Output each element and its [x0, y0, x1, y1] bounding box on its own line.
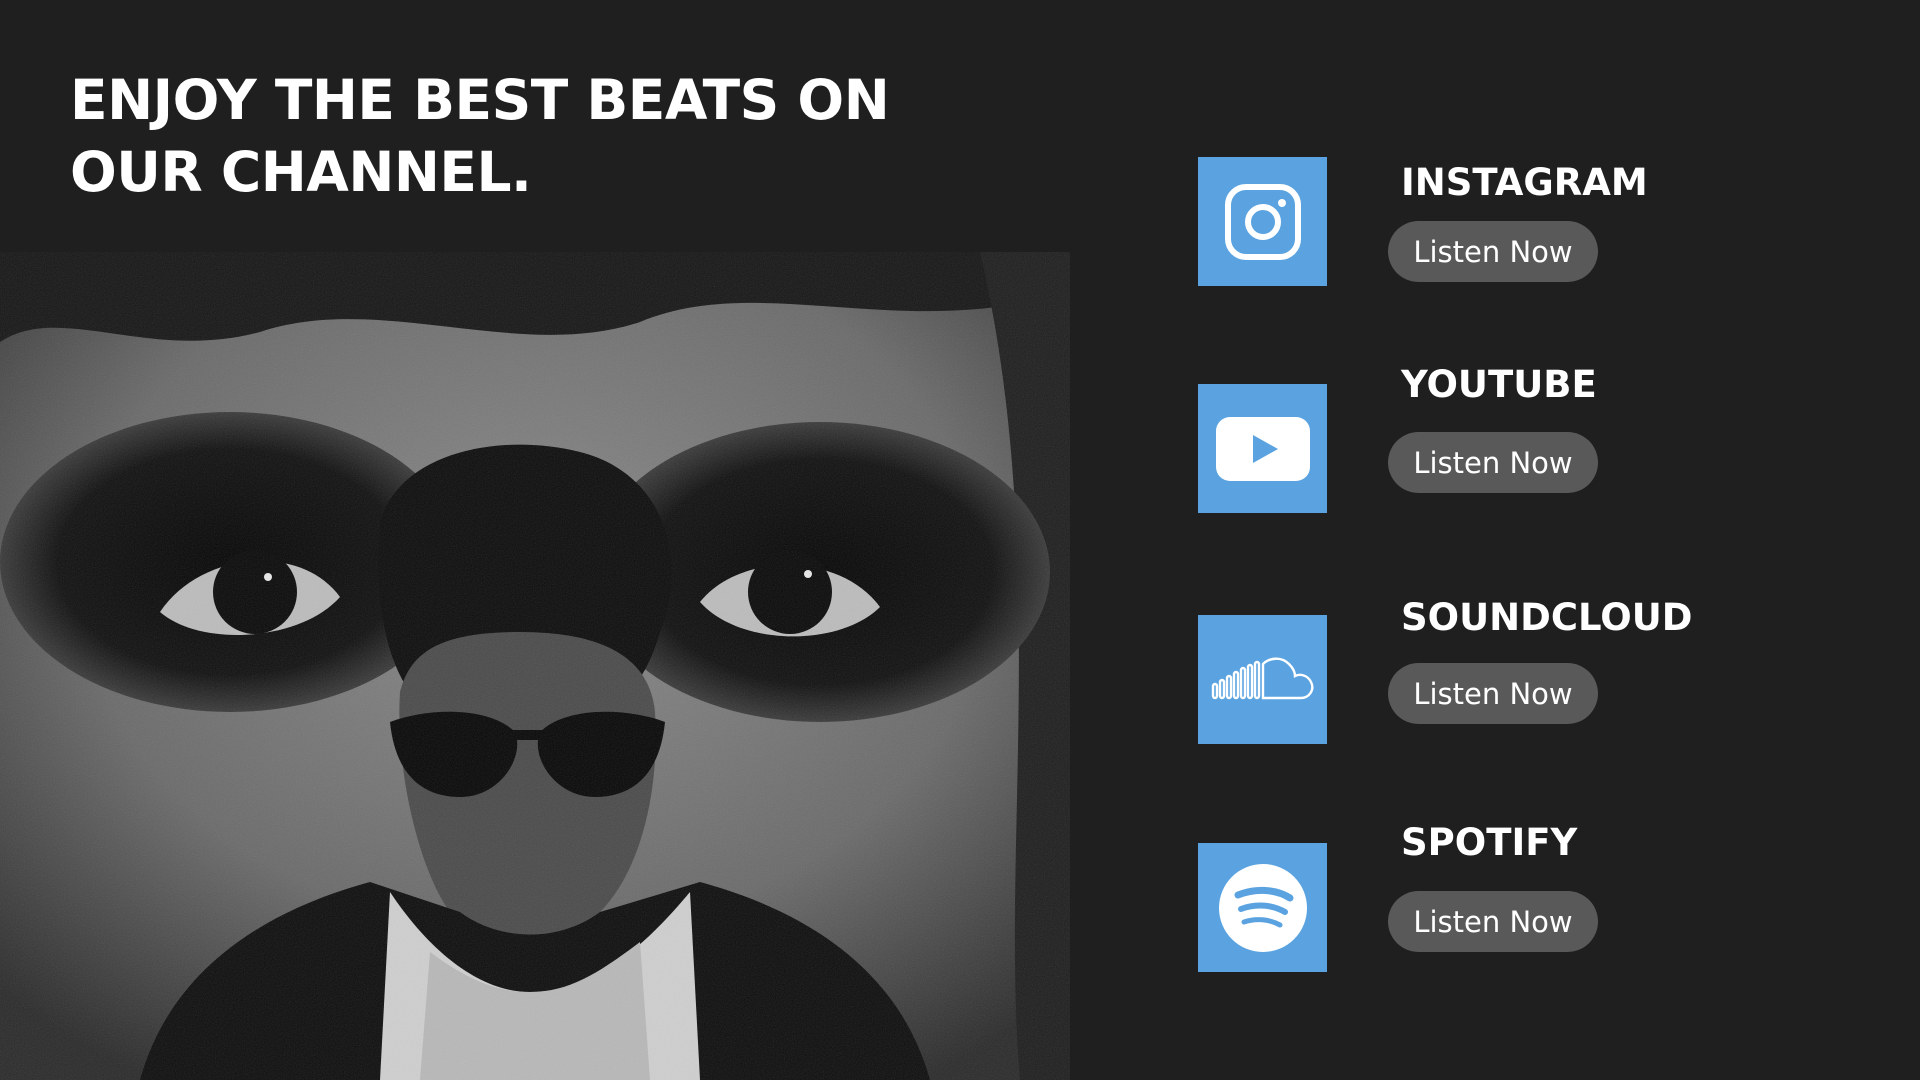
listen-now-button-soundcloud[interactable]: Listen Now — [1388, 663, 1598, 724]
platform-name: SOUNDCLOUD — [1401, 596, 1693, 639]
listen-now-button-youtube[interactable]: Listen Now — [1388, 432, 1598, 493]
youtube-icon[interactable] — [1198, 384, 1327, 513]
listen-now-button-instagram[interactable]: Listen Now — [1388, 221, 1598, 282]
instagram-icon[interactable] — [1198, 157, 1327, 286]
platform-instagram: INSTAGRAM Listen Now — [1198, 157, 1898, 287]
listen-now-button-spotify[interactable]: Listen Now — [1388, 891, 1598, 952]
platform-name: YOUTUBE — [1401, 363, 1597, 406]
spotify-icon[interactable] — [1198, 843, 1327, 972]
soundcloud-icon[interactable] — [1198, 615, 1327, 744]
platform-youtube: YOUTUBE Listen Now — [1198, 363, 1898, 514]
page-headline: ENJOY THE BEST BEATS ON OUR CHANNEL. — [70, 68, 890, 204]
platform-name: INSTAGRAM — [1401, 161, 1648, 204]
artist-photo — [0, 252, 1070, 1080]
platform-soundcloud: SOUNDCLOUD Listen Now — [1198, 596, 1898, 745]
page: ENJOY THE BEST BEATS ON OUR CHANNEL. INS… — [0, 0, 1920, 1080]
platform-name: SPOTIFY — [1401, 821, 1578, 864]
platform-spotify: SPOTIFY Listen Now — [1198, 821, 1898, 973]
